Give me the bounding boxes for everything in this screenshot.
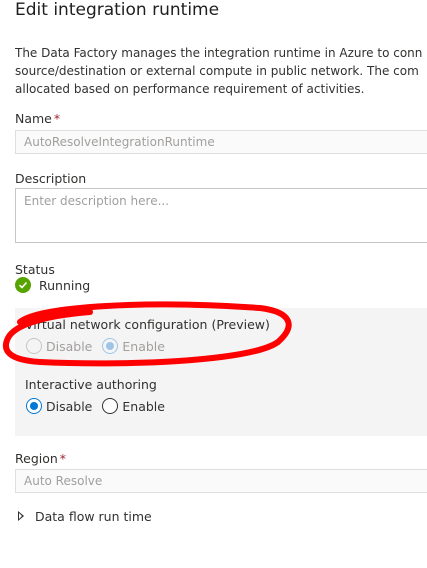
interactive-disable-radio[interactable] xyxy=(26,398,42,414)
description-field[interactable]: Enter description here... xyxy=(15,188,427,243)
dataflow-expander[interactable]: Data flow run time xyxy=(35,509,152,524)
interactive-radio-group: Disable Enable xyxy=(26,398,175,414)
region-label-text: Region xyxy=(15,451,58,466)
name-field: AutoResolveIntegrationRuntime xyxy=(15,130,427,154)
name-label-text: Name xyxy=(15,111,52,126)
vnet-enable-label: Enable xyxy=(122,338,165,354)
required-mark: * xyxy=(53,111,61,126)
description-text: The Data Factory manages the integration… xyxy=(15,44,427,98)
status-row: Running xyxy=(15,277,90,293)
interactive-enable-label: Enable xyxy=(122,398,165,414)
vnet-disable-label: Disable xyxy=(46,338,93,354)
status-value: Running xyxy=(39,277,91,293)
interactive-disable-label: Disable xyxy=(46,398,93,414)
interactive-enable-radio[interactable] xyxy=(102,398,119,414)
region-field: Auto Resolve xyxy=(15,469,427,493)
vnet-enable-radio[interactable] xyxy=(102,338,119,354)
vnet-radio-group: Disable Enable xyxy=(26,338,175,354)
vnet-label: Virtual network configuration (Preview) xyxy=(25,317,270,332)
caret-right-icon[interactable] xyxy=(18,511,24,521)
description-line: The Data Factory manages the integration… xyxy=(15,46,423,60)
description-line: source/destination or external compute i… xyxy=(15,64,419,78)
vnet-disable-radio[interactable] xyxy=(26,338,42,354)
interactive-label: Interactive authoring xyxy=(25,377,157,392)
required-mark: * xyxy=(59,451,67,466)
status-label: Status xyxy=(15,262,55,277)
description-label: Description xyxy=(15,171,87,186)
page-title: Edit integration runtime xyxy=(15,0,220,20)
name-label: Name * xyxy=(15,111,60,126)
region-label: Region * xyxy=(15,451,66,466)
check-circle-icon xyxy=(15,277,31,293)
description-line: allocated based on performance requireme… xyxy=(15,82,365,96)
